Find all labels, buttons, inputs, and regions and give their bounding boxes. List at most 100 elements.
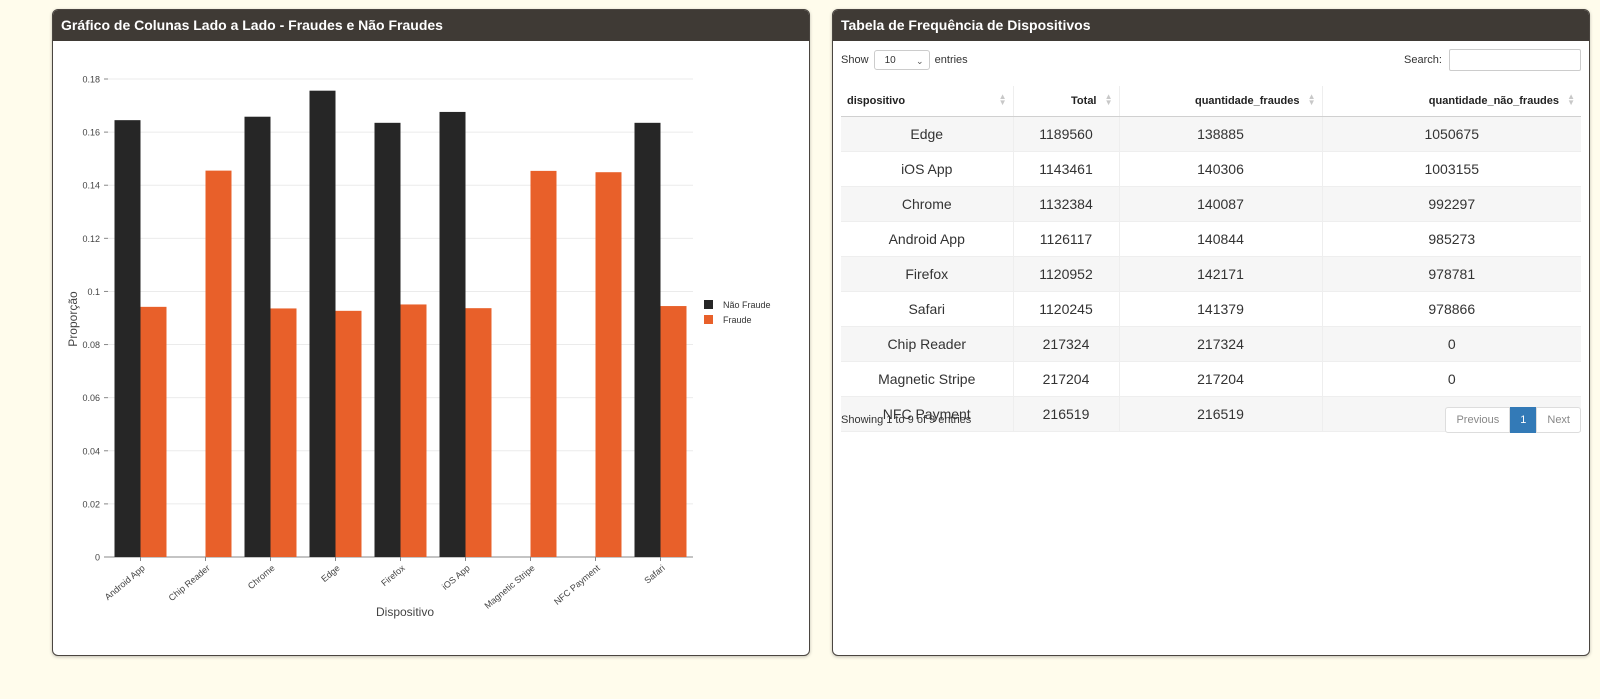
table-cell-quantidade-fraudes: 138885 bbox=[1119, 116, 1323, 152]
table-cell-total: 1132384 bbox=[1013, 186, 1120, 222]
show-label: Show bbox=[841, 54, 869, 66]
table-header-row: dispositivo ▲ ▼ Total ▲ ▼ quantidade_fraud… bbox=[841, 86, 1581, 117]
table-cell-dispositivo: Firefox bbox=[841, 256, 1014, 292]
bar-fraude-chip-reader bbox=[205, 170, 232, 557]
table-row: Safari 1120245 141379 978866 bbox=[841, 291, 1581, 327]
x-axis-title: Dispositivo bbox=[376, 605, 434, 619]
search-label: Search: bbox=[1404, 54, 1442, 66]
sort-icon: ▲ ▼ bbox=[1567, 92, 1575, 107]
y-tick-label: 0.08 bbox=[82, 340, 100, 350]
table-cell-quantidade-n-o-fraudes: 992297 bbox=[1322, 186, 1581, 222]
page-length-select[interactable]: 10 ⌄ bbox=[873, 50, 930, 71]
previous-page-button[interactable]: Previous bbox=[1445, 407, 1511, 433]
table-cell-total: 1120952 bbox=[1013, 256, 1120, 292]
chart-legend[interactable]: Não Fraude Fraude bbox=[704, 300, 771, 325]
page-1-button[interactable]: 1 bbox=[1510, 407, 1537, 433]
y-tick-label: 0.14 bbox=[82, 181, 100, 191]
table-cell-quantidade-n-o-fraudes: 0 bbox=[1322, 361, 1581, 397]
table-cell-quantidade-n-o-fraudes: 0 bbox=[1322, 326, 1581, 362]
table-cell-quantidade-fraudes: 216519 bbox=[1119, 396, 1323, 432]
table-cell-dispositivo: Safari bbox=[841, 291, 1014, 327]
x-axis-ticks: Android App Chip Reader Chrome Edge Firefox i… bbox=[103, 557, 667, 611]
x-tick-label: Firefox bbox=[379, 563, 407, 589]
bar-chart: 0 0.02 0.04 0.06 0.08 0.1 0.12 0.14 0.16 0.18 And… bbox=[66, 75, 771, 620]
next-page-button[interactable]: Next bbox=[1536, 407, 1581, 433]
page-length-control: Show 10 ⌄ entries bbox=[841, 49, 968, 71]
column-header-quantidade-nao-fraudes[interactable]: quantidade_não_fraudes ▲ ▼ bbox=[1322, 86, 1581, 117]
y-tick-label: 0.1 bbox=[87, 287, 100, 297]
table-cell-total: 1189560 bbox=[1013, 116, 1120, 152]
bar-n-o-fraude-edge bbox=[309, 90, 336, 557]
chevron-down-icon: ⌄ bbox=[916, 56, 924, 67]
column-header-dispositivo[interactable]: dispositivo ▲ ▼ bbox=[841, 86, 1014, 117]
y-axis-ticks: 0 0.02 0.04 0.06 0.08 0.1 0.12 0.14 0.16 0.18 bbox=[82, 75, 108, 563]
entries-label: entries bbox=[934, 54, 968, 66]
pagination: Previous 1 Next bbox=[1445, 407, 1581, 433]
y-tick-label: 0.16 bbox=[82, 128, 100, 138]
chart-bars bbox=[114, 90, 687, 558]
x-tick-label: Chrome bbox=[246, 563, 277, 591]
x-tick-label: Magnetic Stripe bbox=[482, 563, 536, 611]
chart-panel-title: Gráfico de Colunas Lado a Lado - Fraudes… bbox=[53, 10, 809, 41]
x-tick-label: Safari bbox=[642, 563, 666, 586]
table-cell-quantidade-n-o-fraudes: 978866 bbox=[1322, 291, 1581, 327]
table-cell-quantidade-n-o-fraudes: 1003155 bbox=[1322, 151, 1581, 187]
y-tick-label: 0.04 bbox=[82, 446, 100, 456]
sort-icon: ▲ ▼ bbox=[1307, 92, 1316, 107]
table-cell-quantidade-n-o-fraudes: 1050675 bbox=[1322, 116, 1581, 152]
legend-swatch bbox=[704, 315, 713, 324]
table-cell-dispositivo: Edge bbox=[841, 116, 1014, 152]
table-row: Edge 1189560 138885 1050675 bbox=[841, 116, 1581, 152]
bar-fraude-safari bbox=[660, 306, 687, 557]
frequency-table: dispositivo ▲ ▼ Total ▲ ▼ quantidade_fraud… bbox=[841, 86, 1581, 432]
sort-icon: ▲ ▼ bbox=[998, 92, 1007, 107]
table-cell-dispositivo: Chrome bbox=[841, 186, 1014, 222]
table-cell-total: 1120245 bbox=[1013, 291, 1120, 327]
column-header-label: dispositivo bbox=[847, 95, 906, 107]
bar-fraude-magnetic-stripe bbox=[530, 170, 557, 558]
column-header-label: quantidade_fraudes bbox=[1194, 95, 1300, 107]
table-info: Showing 1 to 9 of 9 entries bbox=[841, 414, 972, 426]
x-tick-label: Edge bbox=[319, 563, 342, 584]
y-tick-label: 0.12 bbox=[82, 234, 100, 244]
table-cell-quantidade-fraudes: 140306 bbox=[1119, 151, 1323, 187]
table-panel-title: Tabela de Frequência de Dispositivos bbox=[833, 10, 1589, 41]
column-header-quantidade-fraudes[interactable]: quantidade_fraudes ▲ ▼ bbox=[1119, 86, 1323, 117]
table-row: Android App 1126117 140844 985273 bbox=[841, 221, 1581, 257]
y-tick-label: 0 bbox=[95, 553, 100, 563]
table-cell-total: 1126117 bbox=[1013, 221, 1120, 257]
search-control: Search: bbox=[1404, 49, 1581, 72]
legend-label: Não Fraude bbox=[723, 300, 771, 310]
bar-n-o-fraude-android-app bbox=[114, 120, 141, 558]
table-body: Edge 1189560 138885 1050675 iOS App 1143461 14… bbox=[841, 116, 1581, 432]
column-header-label: quantidade_não_fraudes bbox=[1428, 95, 1559, 107]
y-tick-label: 0.02 bbox=[82, 499, 100, 509]
bar-n-o-fraude-ios-app bbox=[439, 111, 466, 557]
bar-fraude-edge bbox=[335, 310, 362, 557]
table-row: Magnetic Stripe 217204 217204 0 bbox=[841, 361, 1581, 397]
table-row: Chip Reader 217324 217324 0 bbox=[841, 326, 1581, 362]
page-length-value: 10 bbox=[884, 55, 896, 67]
bar-fraude-firefox bbox=[400, 304, 427, 557]
table-cell-dispositivo: Chip Reader bbox=[841, 326, 1014, 362]
column-header-total[interactable]: Total ▲ ▼ bbox=[1013, 86, 1120, 117]
bar-fraude-nfc-payment bbox=[595, 172, 622, 557]
table-cell-quantidade-n-o-fraudes: 985273 bbox=[1322, 221, 1581, 257]
table-cell-quantidade-fraudes: 217324 bbox=[1119, 326, 1323, 362]
table-cell-total: 217204 bbox=[1013, 361, 1120, 397]
bar-fraude-android-app bbox=[140, 306, 167, 557]
table-cell-total: 217324 bbox=[1013, 326, 1120, 362]
x-tick-label: iOS App bbox=[440, 563, 472, 592]
x-tick-label: NFC Payment bbox=[552, 563, 602, 607]
legend-label: Fraude bbox=[723, 315, 752, 325]
y-tick-label: 0.18 bbox=[82, 75, 100, 85]
table-cell-dispositivo: Magnetic Stripe bbox=[841, 361, 1014, 397]
y-tick-label: 0.06 bbox=[82, 393, 100, 403]
table-panel: Tabela de Frequência de Dispositivos Sho… bbox=[832, 9, 1590, 656]
legend-swatch bbox=[704, 300, 713, 309]
search-input[interactable] bbox=[1449, 49, 1581, 72]
bar-n-o-fraude-firefox bbox=[374, 122, 401, 558]
bar-fraude-ios-app bbox=[465, 308, 492, 557]
table-cell-dispositivo: Android App bbox=[841, 221, 1014, 257]
table-cell-quantidade-fraudes: 142171 bbox=[1119, 256, 1323, 292]
